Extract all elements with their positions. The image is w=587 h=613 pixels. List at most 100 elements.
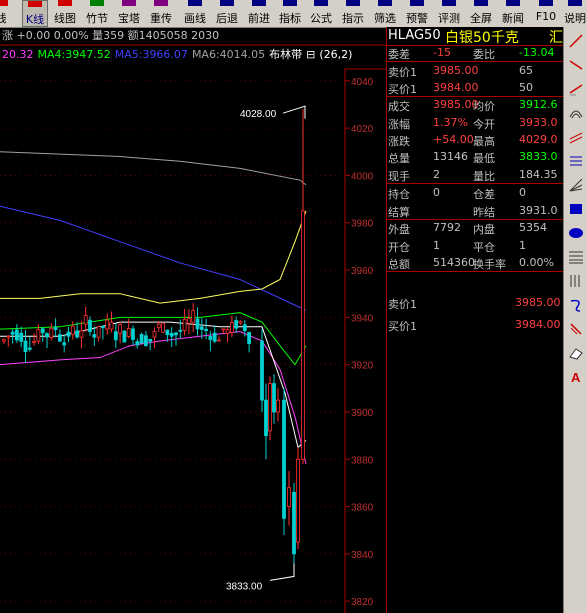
toolbar-icon: [252, 0, 266, 6]
toolbar-button-14[interactable]: 评测: [434, 0, 464, 27]
candle-body: [301, 210, 305, 460]
toolbar-button-11[interactable]: 指示: [338, 0, 368, 27]
quote-value-2: 3931.0: [519, 204, 558, 217]
quote-row: 总额 514360 换手率 0.00%: [387, 255, 564, 272]
draw-line-icon[interactable]: [568, 33, 584, 49]
toolbar-button-17[interactable]: F10: [531, 0, 561, 27]
draw-ellipse-icon[interactable]: [568, 225, 584, 241]
toolbar-button-16[interactable]: 新闻: [498, 0, 528, 27]
toolbar-label: 新闻: [502, 12, 524, 25]
toolbar-icon: [154, 0, 168, 6]
legend-item: (26,2): [319, 48, 353, 61]
quote-value-2: 3933.0: [519, 116, 558, 129]
toolbar-button-10[interactable]: 公式: [306, 0, 336, 27]
toolbar-label: 说明: [564, 12, 586, 25]
toolbar-button-0[interactable]: 线: [0, 0, 11, 27]
bid-row: 买价1 3984.00: [387, 317, 564, 333]
candle-body: [10, 331, 15, 335]
toolbar-button-6[interactable]: 画线: [180, 0, 210, 27]
kline-chart[interactable]: 4040 4020 4000 3980 3960 3940 3920 3900 3880 3860…: [0, 27, 386, 613]
candle-body: [79, 330, 84, 338]
toolbar-icon: [506, 0, 520, 6]
toolbar-label: 指示: [342, 12, 364, 25]
bid-value: 3984.00: [515, 318, 561, 331]
ask-label: 卖价1: [388, 298, 417, 311]
toolbar-label: 画线: [184, 12, 206, 25]
candle-body: [287, 487, 291, 507]
toolbar-button-18[interactable]: 说明: [563, 0, 587, 27]
draw-fibo-icon[interactable]: [568, 249, 584, 265]
candle-body: [23, 340, 28, 353]
quote-value-2: 5354: [519, 221, 547, 234]
quote-row: 卖价1 3985.00 65: [387, 63, 564, 79]
quote-info-line: 涨 +0.00 0.00% 量359 额1405058 2030: [2, 29, 220, 42]
quote-value: +54.00: [433, 133, 474, 146]
toolbar-button-5[interactable]: 重传: [146, 0, 176, 27]
toolbar-button-1[interactable]: K线: [22, 0, 48, 27]
quote-value: 13146: [433, 150, 468, 163]
quote-label: 买价1: [388, 83, 417, 96]
draw-arrow-icon[interactable]: [568, 321, 584, 337]
toolbar-button-4[interactable]: 宝塔: [114, 0, 144, 27]
toolbar-button-8[interactable]: 前进: [244, 0, 274, 27]
toolbar-icon: [220, 0, 234, 6]
high-callout-line: [282, 105, 306, 119]
toolbar-icon: [283, 0, 297, 6]
draw-fan-icon[interactable]: [568, 177, 584, 193]
quote-row: 委差 -15 委比 -13.04: [387, 45, 564, 62]
draw-trend-icon[interactable]: [568, 81, 584, 97]
candle-body: [96, 326, 101, 338]
quote-label: 结算: [388, 206, 410, 219]
candle-body: [238, 320, 243, 324]
y-tick-label: 3820: [351, 597, 374, 608]
quote-label-2: 今开: [473, 118, 495, 131]
toolbar-button-3[interactable]: 竹节: [82, 0, 112, 27]
draw-ray-icon[interactable]: [568, 57, 584, 73]
quote-row: 总量 13146 最低 3833.0: [387, 149, 564, 165]
quote-label-2: 量比: [473, 170, 495, 183]
quote-value: 514360: [433, 256, 475, 269]
toolbar-label: F10: [535, 10, 557, 23]
toolbar-label: 全屏: [470, 12, 492, 25]
toolbar-icon: [90, 0, 104, 6]
toolbar-button-2[interactable]: 线图: [50, 0, 80, 27]
drawing-toolbar: A: [563, 27, 587, 613]
draw-parallel-icon[interactable]: [568, 129, 584, 145]
draw-rect-icon[interactable]: [568, 201, 584, 217]
quote-value: 1.37%: [433, 116, 468, 129]
toolbar-button-7[interactable]: 后退: [212, 0, 242, 27]
toolbar-button-9[interactable]: 指标: [276, 0, 304, 27]
chart-canvas[interactable]: 4040 4020 4000 3980 3960 3940 3920 3900 3880 3860…: [0, 27, 386, 613]
draw-arc-icon[interactable]: [568, 105, 584, 121]
text-tool-icon[interactable]: A: [568, 369, 584, 385]
candle-body: [126, 328, 131, 337]
y-tick-label: 3880: [351, 455, 374, 466]
y-tick-label: 3840: [351, 550, 374, 561]
quote-label: 开仓: [388, 241, 410, 254]
draw-channel-icon[interactable]: [568, 153, 584, 169]
candle-body: [296, 458, 300, 543]
quote-label: 涨跌: [388, 135, 410, 148]
quote-value-2: 3912.6: [519, 98, 558, 111]
toolbar-button-13[interactable]: 预警: [402, 0, 432, 27]
toolbar-icon: [410, 0, 424, 6]
candle-body: [70, 325, 75, 335]
legend-item[interactable]: ⊟: [306, 48, 315, 61]
candle-body: [276, 399, 280, 413]
draw-cycle-icon[interactable]: [568, 297, 584, 313]
svg-text:A: A: [571, 370, 581, 385]
toolbar-label: 后退: [216, 12, 238, 25]
toolbar-label: 竹节: [86, 12, 108, 25]
candle-body: [66, 331, 71, 337]
quote-label-2: 内盘: [473, 223, 495, 236]
y-tick-label: 3900: [351, 408, 374, 419]
toolbar-button-15[interactable]: 全屏: [466, 0, 496, 27]
candle-body: [58, 334, 62, 342]
candle-body: [182, 319, 187, 331]
toolbar-button-12[interactable]: 筛选: [370, 0, 400, 27]
eraser-icon[interactable]: [568, 345, 584, 361]
quote-label-2: 换手率: [473, 258, 506, 271]
candle-body: [19, 332, 24, 342]
candle-body: [113, 331, 118, 341]
draw-period-icon[interactable]: [568, 273, 584, 289]
